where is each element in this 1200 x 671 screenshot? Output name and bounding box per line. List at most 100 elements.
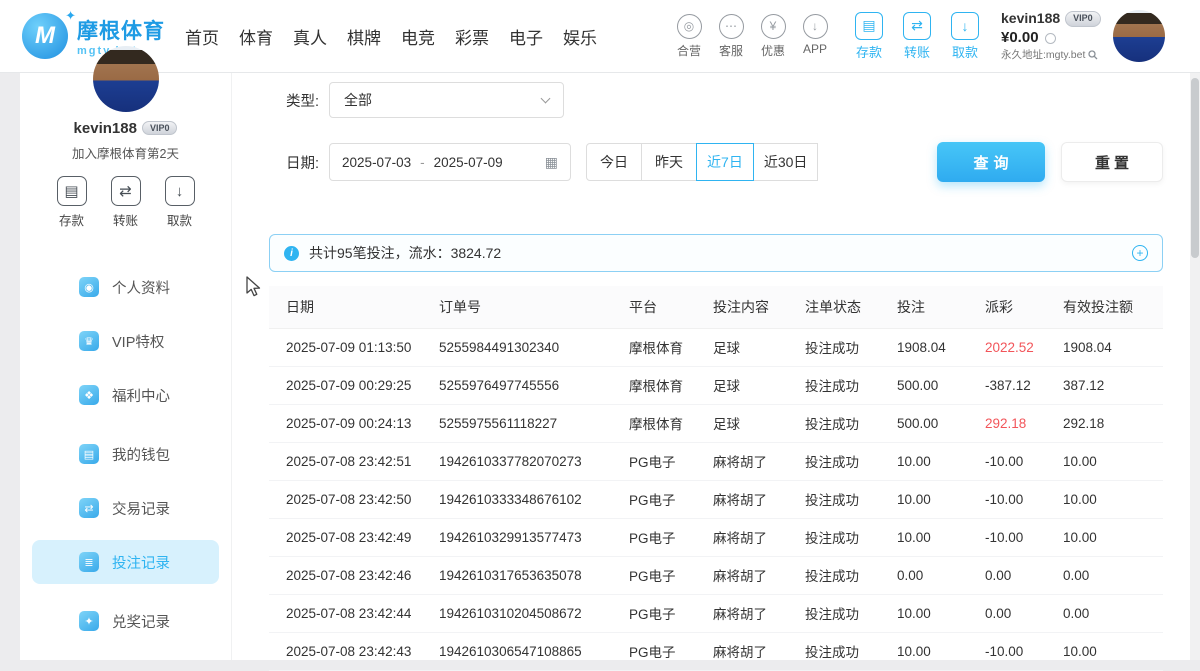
reset-button[interactable]: 重置 — [1061, 142, 1163, 182]
table-row[interactable]: 2025-07-09 00:24:13 5255975561118227 摩根体… — [269, 404, 1163, 442]
cell-platform: 摩根体育 — [629, 366, 713, 404]
cell-status: 投注成功 — [805, 632, 897, 670]
wallet-icon-button[interactable]: ⇄ 转账 — [897, 12, 937, 61]
query-button[interactable]: 查询 — [937, 142, 1045, 182]
cell-order-number: 1942610317653635078 — [439, 556, 629, 594]
sidebar-wallet-label: 取款 — [165, 210, 195, 229]
cell-bet-content: 足球 — [713, 328, 805, 366]
column-header: 订单号 — [439, 286, 629, 328]
cell-payout: -10.00 — [985, 480, 1063, 518]
header-avatar[interactable] — [1113, 10, 1165, 62]
quick-icon-button[interactable]: ⋯ 客服 — [711, 14, 751, 59]
cell-status: 投注成功 — [805, 404, 897, 442]
sidebar-avatar[interactable] — [93, 46, 159, 112]
sidebar-menu-icon: ≣ — [79, 552, 99, 572]
table-row[interactable]: 2025-07-09 00:29:25 5255976497745556 摩根体… — [269, 366, 1163, 404]
cell-bet-content: 麻将胡了 — [713, 518, 805, 556]
quick-icon-button[interactable]: ◎ 合营 — [669, 14, 709, 59]
quick-range-button[interactable]: 近7日 — [696, 143, 754, 181]
quick-range-button[interactable]: 昨天 — [641, 143, 697, 181]
permanent-address: 永久地址:mgty.bet — [1001, 49, 1085, 62]
type-select-value: 全部 — [344, 90, 372, 110]
sidebar-menu-icon: ♛ — [79, 331, 99, 351]
header-quick-icons: ◎ 合营 ⋯ 客服 ¥ 优惠 ↓ APP — [669, 14, 835, 59]
scrollbar-thumb[interactable] — [1191, 78, 1199, 258]
cell-order-number: 1942610306547108865 — [439, 632, 629, 670]
sidebar-menu-item[interactable]: ♛ VIP特权 — [32, 319, 219, 363]
table-row[interactable]: 2025-07-08 23:42:46 1942610317653635078 … — [269, 556, 1163, 594]
quick-icon-label: 客服 — [711, 42, 751, 59]
sidebar-wallet-button[interactable]: ↓ 取款 — [165, 176, 195, 229]
cell-date: 2025-07-08 23:42:50 — [269, 480, 439, 518]
logo-icon: M ✦ — [22, 13, 68, 59]
cell-payout: -387.12 — [985, 366, 1063, 404]
date-range-picker[interactable]: 2025-07-03 - 2025-07-09 ▦ — [329, 143, 571, 181]
column-header: 投注内容 — [713, 286, 805, 328]
sidebar-menu-label: 兑奖记录 — [112, 611, 170, 632]
nav-item[interactable]: 真人 — [293, 24, 327, 49]
sidebar-menu-item[interactable]: ≣ 投注记录 — [32, 540, 219, 584]
sidebar-menu-item[interactable]: ▤ 我的钱包 — [32, 432, 219, 476]
sidebar-menu-item[interactable]: ◉ 个人资料 — [32, 265, 219, 309]
sidebar-menu-item[interactable]: ⇄ 交易记录 — [32, 486, 219, 530]
wallet-icon-glyph: ▤ — [855, 12, 883, 40]
cell-bet-amount: 10.00 — [897, 442, 985, 480]
nav-item[interactable]: 电子 — [509, 24, 543, 49]
table-row[interactable]: 2025-07-08 23:42:51 1942610337782070273 … — [269, 442, 1163, 480]
header-user-block: kevin188VIP0 ¥0.00 永久地址:mgty.bet — [1001, 10, 1101, 61]
sidebar-menu-label: VIP特权 — [112, 331, 164, 352]
cell-date: 2025-07-09 01:13:50 — [269, 328, 439, 366]
table-row[interactable]: 2025-07-08 23:42:49 1942610329913577473 … — [269, 518, 1163, 556]
table-row[interactable]: 2025-07-08 23:42:44 1942610310204508672 … — [269, 594, 1163, 632]
quick-icon-glyph: ↓ — [803, 14, 828, 39]
sidebar-username-line: kevin188VIP0 — [20, 120, 231, 137]
nav-item[interactable]: 彩票 — [455, 24, 489, 49]
nav-item[interactable]: 棋牌 — [347, 24, 381, 49]
cell-bet-content: 麻将胡了 — [713, 594, 805, 632]
username: kevin188 — [1001, 10, 1060, 26]
sidebar-menu-label: 个人资料 — [112, 277, 170, 298]
wallet-icon-button[interactable]: ↓ 取款 — [945, 12, 985, 61]
sidebar-menu-icon: ◉ — [79, 277, 99, 297]
cell-date: 2025-07-08 23:42:44 — [269, 594, 439, 632]
quick-range-button[interactable]: 今日 — [586, 143, 642, 181]
sidebar-menu-item[interactable]: ❖ 福利中心 — [32, 373, 219, 417]
sidebar-menu-label: 投注记录 — [112, 552, 170, 573]
sidebar-wallet-button[interactable]: ⇄ 转账 — [111, 176, 141, 229]
wallet-icon-button[interactable]: ▤ 存款 — [849, 12, 889, 61]
refresh-balance-icon[interactable] — [1045, 33, 1056, 44]
table-row[interactable]: 2025-07-08 23:42:43 1942610306547108865 … — [269, 632, 1163, 670]
table-row[interactable]: 2025-07-08 23:42:50 1942610333348676102 … — [269, 480, 1163, 518]
magnifier-icon[interactable] — [1088, 50, 1098, 60]
quick-range-group: 今日 昨天 近7日 近30日 — [586, 143, 818, 181]
cell-status: 投注成功 — [805, 366, 897, 404]
sidebar-username: kevin188 — [74, 120, 137, 137]
cell-platform: PG电子 — [629, 632, 713, 670]
nav-item[interactable]: 娱乐 — [563, 24, 597, 49]
sidebar-menu-item[interactable]: ✦ 兑奖记录 — [32, 599, 219, 643]
cell-valid-amount: 387.12 — [1063, 366, 1163, 404]
sidebar-wallet-button[interactable]: ▤ 存款 — [57, 176, 87, 229]
nav-item[interactable]: 电竞 — [401, 24, 435, 49]
cell-bet-amount: 1908.04 — [897, 328, 985, 366]
cell-platform: PG电子 — [629, 518, 713, 556]
info-icon: i — [284, 246, 299, 261]
wallet-icon-label: 取款 — [945, 42, 985, 61]
nav-item[interactable]: 首页 — [185, 24, 219, 49]
sidebar-wallet-label: 转账 — [111, 210, 141, 229]
cell-valid-amount: 1908.04 — [1063, 328, 1163, 366]
nav-item[interactable]: 体育 — [239, 24, 273, 49]
type-select[interactable]: 全部 — [329, 82, 564, 118]
date-end: 2025-07-09 — [434, 155, 503, 170]
balance-line: ¥0.00 — [1001, 29, 1101, 48]
wallet-icon-label: 转账 — [897, 42, 937, 61]
cell-date: 2025-07-09 00:29:25 — [269, 366, 439, 404]
quick-range-button[interactable]: 近30日 — [753, 143, 819, 181]
table-row[interactable]: 2025-07-09 01:13:50 5255984491302340 摩根体… — [269, 328, 1163, 366]
quick-icon-button[interactable]: ¥ 优惠 — [753, 14, 793, 59]
quick-icon-button[interactable]: ↓ APP — [795, 14, 835, 59]
cell-payout: 292.18 — [985, 404, 1063, 442]
cell-order-number: 5255975561118227 — [439, 404, 629, 442]
expand-circle-icon[interactable]: + — [1132, 245, 1148, 261]
brand-name: 摩根体育 — [77, 15, 165, 45]
